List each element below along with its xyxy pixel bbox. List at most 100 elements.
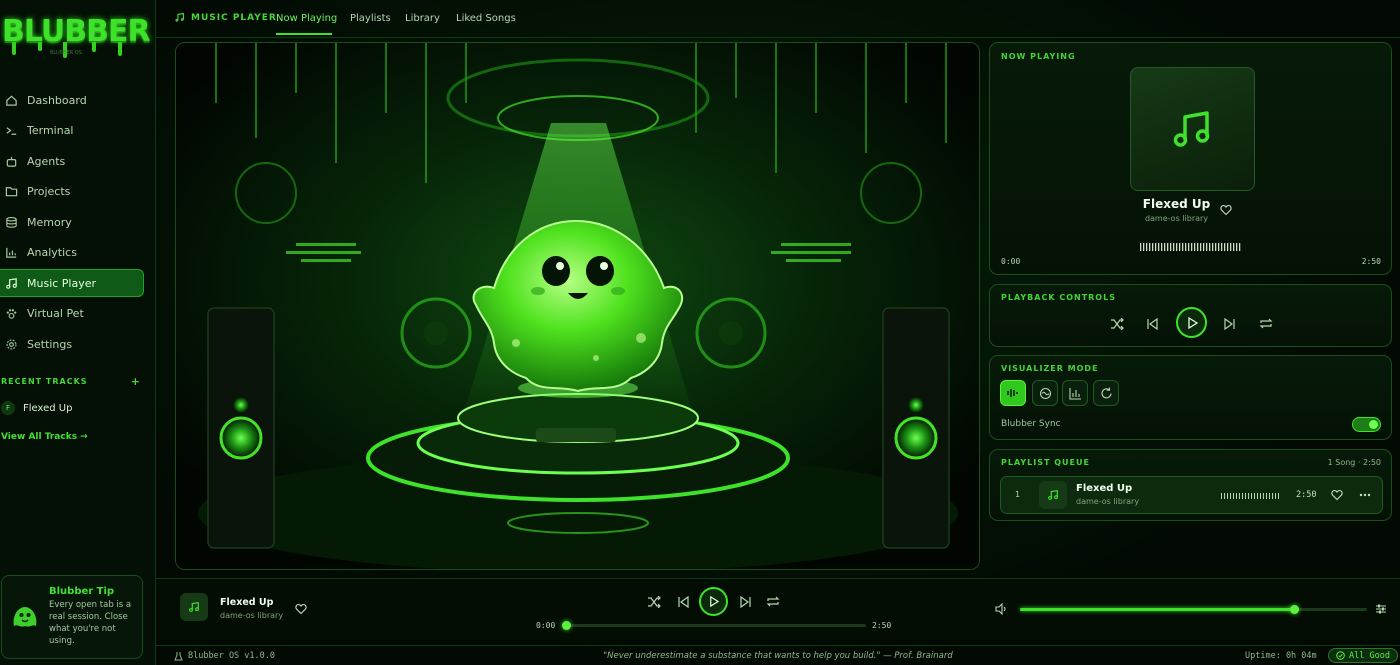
volume-handle[interactable] [1290,605,1300,614]
sidebar-item-label: Projects [27,184,71,198]
previous-icon[interactable] [1146,318,1158,330]
active-tab-indicator [276,33,332,35]
brand-label: MUSIC PLAYER [191,12,277,23]
shuffle-icon[interactable] [1110,318,1124,330]
health-text: All Good [1349,650,1390,661]
sidebar-item-analytics[interactable]: Analytics [0,238,144,266]
heart-icon[interactable] [1331,489,1343,501]
bottom-play-button[interactable] [699,587,728,616]
album-art [1130,67,1255,191]
music-note-icon [1173,111,1209,147]
queue-item-index: 1 [1015,490,1021,499]
queue-waveform [1221,493,1279,499]
now-playing-time-total: 2:50 [1361,257,1381,266]
sidebar-item-dashboard[interactable]: Dashboard [0,86,144,114]
repeat-icon[interactable] [766,595,780,608]
sidebar-item-virtual-pet[interactable]: Virtual Pet [0,299,144,327]
sidebar-item-label: Music Player [27,276,97,290]
seek-bar[interactable] [562,621,866,630]
sidebar-item-label: Dashboard [27,93,87,107]
tip-card: Blubber Tip Every open tab is a real ses… [1,575,143,659]
sidebar-item-label: Virtual Pet [27,306,84,320]
music-note-icon [175,12,185,22]
top-nav: MUSIC PLAYER Now Playing Playlists Libra… [156,0,1400,38]
bottom-track-artist: dame-os library [220,611,284,620]
playlist-queue-header: PLAYLIST QUEUE [1001,458,1090,467]
recent-track-title: Flexed Up [23,402,73,414]
volume-slider[interactable] [1020,605,1367,614]
tab-playlists[interactable]: Playlists [350,13,391,24]
sidebar-item-agents[interactable]: Agents [0,147,144,175]
sidebar-item-settings[interactable]: Settings [0,330,144,358]
add-recent-button[interactable]: + [131,376,141,387]
robot-icon [6,156,17,167]
health-badge: All Good [1328,648,1398,663]
sidebar-item-projects[interactable]: Projects [0,177,144,205]
sidebar-item-label: Settings [27,337,73,351]
now-playing-header: NOW PLAYING [1001,52,1076,61]
view-all-tracks-link[interactable]: View All Tracks → [1,432,88,442]
blob-mascot-icon [13,607,37,627]
repeat-icon[interactable] [1259,317,1273,330]
terminal-icon [6,126,17,135]
sidebar-item-memory[interactable]: Memory [0,208,144,236]
tip-title: Blubber Tip [49,586,115,597]
recent-track-item[interactable]: F Flexed Up [1,401,72,415]
heart-icon[interactable] [295,603,307,615]
uptime-text: Uptime: 0h 04m [1245,651,1317,661]
blubber-sync-toggle[interactable] [1352,417,1381,432]
tab-library[interactable]: Library [405,13,440,24]
sidebar-item-label: Analytics [27,245,77,259]
status-bar: Blubber OS v1.0.0 "Never underestimate a… [156,645,1400,665]
folder-icon [5,186,18,196]
queue-item-artist: dame-os library [1076,497,1140,506]
tab-now-playing[interactable]: Now Playing [276,13,337,24]
mode-bars-button[interactable] [1062,380,1088,406]
refresh-icon [1100,387,1112,398]
check-circle-icon [1336,651,1345,660]
mode-waveform-button[interactable] [1000,380,1026,406]
bottom-time-total: 2:50 [872,621,892,630]
sidebar-item-terminal[interactable]: Terminal [0,116,144,144]
logo-subtitle: BLUBBER OS [50,50,82,56]
database-icon [6,216,17,228]
previous-icon[interactable] [677,596,689,608]
now-playing-panel: NOW PLAYING Flexed Up dame-os library 0:… [989,42,1392,275]
sidebar-item-music-player[interactable]: Music Player [0,269,144,297]
seek-handle[interactable] [562,621,571,630]
music-note-icon [1048,490,1058,500]
queue-total-time: 2:50 [1363,458,1381,467]
app-window: BLUBBER BLUBBER OS Dashboard Terminal Ag… [0,0,1400,665]
volume-icon[interactable] [995,603,1008,615]
mode-refresh-button[interactable] [1093,380,1119,406]
sidebar-item-label: Agents [27,154,66,168]
sidebar-item-label: Memory [27,215,72,229]
home-icon [6,95,17,106]
shuffle-icon[interactable] [647,596,661,608]
sidebar: BLUBBER BLUBBER OS Dashboard Terminal Ag… [0,0,156,665]
equalizer-icon[interactable] [1375,603,1387,615]
next-icon[interactable] [740,596,752,608]
music-note-icon [189,602,199,612]
logo[interactable]: BLUBBER BLUBBER OS [2,12,151,58]
gear-icon [6,338,17,350]
waveform-icon [1007,389,1018,397]
bottom-player-bar: Flexed Up dame-os library 0:00 2:50 [156,578,1400,640]
tip-body: Every open tab is a real session. Close … [49,600,132,646]
queue-item[interactable]: 1 Flexed Up dame-os library 2:50 [1000,476,1383,514]
now-playing-title: Flexed Up [1142,197,1211,211]
mode-circle-button[interactable] [1032,380,1058,406]
recent-tracks-title: RECENT TRACKS [1,377,88,386]
now-playing-time-current: 0:00 [1001,257,1021,266]
tab-liked-songs[interactable]: Liked Songs [456,13,516,24]
queue-item-art [1039,481,1067,509]
recent-tracks-header: RECENT TRACKS + [1,376,141,387]
play-button[interactable] [1176,307,1207,338]
next-icon[interactable] [1224,318,1236,330]
blubber-sync-label: Blubber Sync [1001,419,1061,429]
playlist-queue-panel: PLAYLIST QUEUE 1 Song · 2:50 1 Flexed Up… [989,449,1392,521]
more-icon[interactable] [1359,493,1371,497]
visualizer-mode-panel: VISUALIZER MODE Blubber Sync [989,355,1392,440]
logo-wordmark: BLUBBER [2,14,151,49]
blob-stage-illustration [176,43,979,569]
